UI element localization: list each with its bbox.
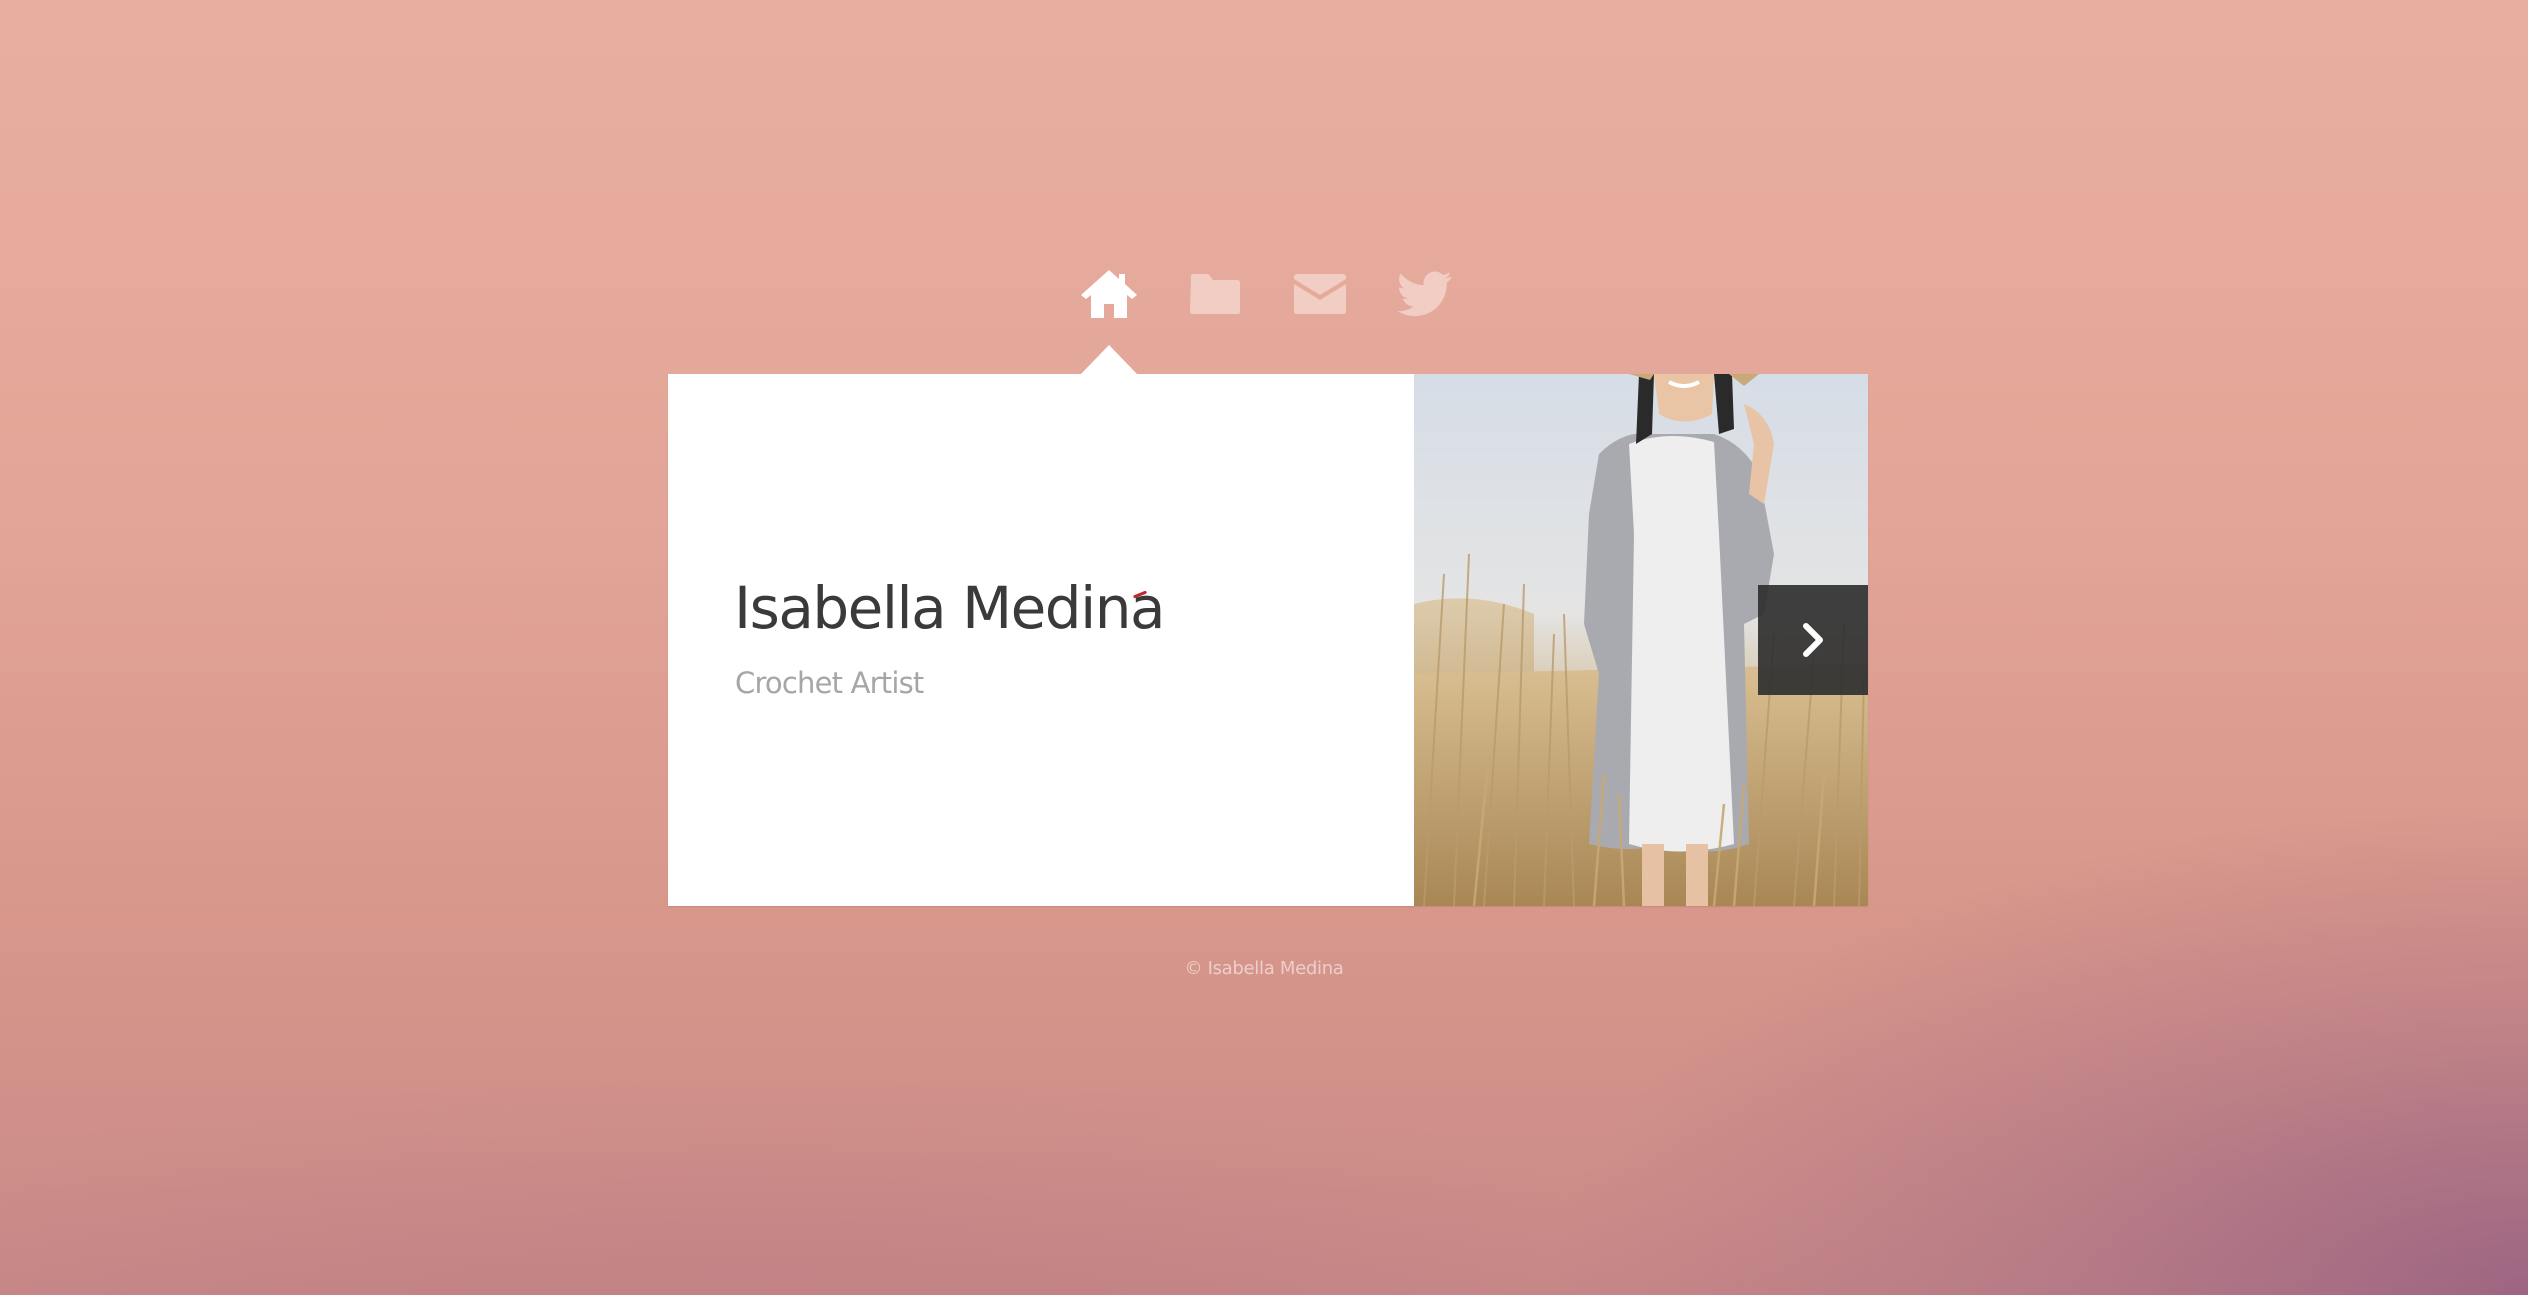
top-nav	[0, 262, 2528, 326]
footer-copyright: © Isabella Medina	[1184, 958, 1344, 979]
folder-icon	[1190, 274, 1240, 314]
active-tab-pointer	[1081, 345, 1137, 374]
nav-contact[interactable]	[1288, 262, 1352, 326]
mail-icon	[1294, 274, 1346, 314]
profile-role: Crochet Artist	[735, 666, 924, 700]
nav-portfolio[interactable]	[1183, 262, 1247, 326]
twitter-icon	[1397, 271, 1452, 317]
nav-twitter[interactable]	[1393, 262, 1457, 326]
home-icon	[1081, 270, 1137, 318]
profile-card: Isabella Medina Crochet Artist	[668, 374, 1868, 906]
next-slide-button[interactable]	[1758, 585, 1868, 695]
nav-home[interactable]	[1077, 262, 1141, 326]
intro-panel: Isabella Medina Crochet Artist	[668, 374, 1414, 906]
chevron-right-icon	[1803, 623, 1823, 657]
profile-name: Isabella Medina	[734, 574, 1166, 642]
